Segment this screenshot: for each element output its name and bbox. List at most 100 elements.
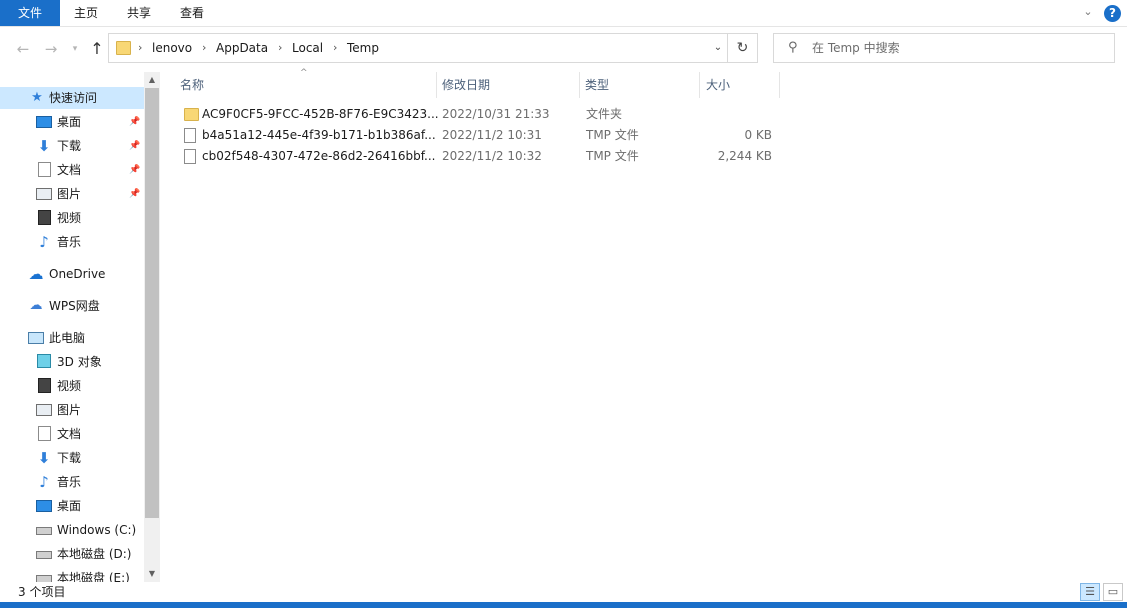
file-size: 2,244 KB [717, 149, 772, 163]
details-view-icon[interactable]: ☰ [1080, 583, 1100, 601]
music-note-icon: ♪ [39, 473, 49, 491]
drive-icon [36, 551, 52, 559]
tab-home[interactable]: 主页 [62, 0, 110, 26]
nav-pc-documents[interactable]: 文档 [0, 423, 144, 445]
picture-icon [36, 404, 52, 416]
folder-icon [116, 41, 131, 55]
breadcrumb-separator[interactable]: › [333, 34, 337, 62]
file-name: AC9F0CF5-9FCC-452B-8F76-E9C3423... [202, 107, 439, 121]
nav-wps-drive[interactable]: ☁ WPS网盘 [0, 295, 144, 317]
nav-label: 桌面 [57, 115, 82, 129]
file-row[interactable]: cb02f548-4307-472e-86d2-26416bbf... 2022… [178, 146, 778, 167]
nav-pc-videos[interactable]: 视频 [0, 375, 144, 397]
nav-quick-music[interactable]: ♪ 音乐 [0, 231, 144, 253]
nav-label: 快速访问 [49, 91, 98, 105]
forward-arrow-icon[interactable]: → [42, 40, 60, 58]
nav-label: 视频 [57, 379, 82, 393]
column-header-size[interactable]: 大小 [706, 74, 730, 96]
file-row[interactable]: AC9F0CF5-9FCC-452B-8F76-E9C3423... 2022/… [178, 104, 778, 125]
search-input[interactable] [812, 34, 1102, 62]
nav-label: 本地磁盘 (D:) [57, 547, 132, 561]
pin-icon[interactable]: 📌 [129, 111, 140, 133]
column-divider[interactable] [699, 72, 700, 98]
up-arrow-icon[interactable]: ↑ [88, 40, 106, 58]
breadcrumb-separator[interactable]: › [278, 34, 282, 62]
column-header-type[interactable]: 类型 [585, 74, 609, 96]
breadcrumb-lenovo[interactable]: lenovo [152, 34, 192, 62]
column-divider[interactable] [779, 72, 780, 98]
scroll-down-icon[interactable]: ▼ [144, 566, 160, 582]
breadcrumb-local[interactable]: Local [292, 34, 323, 62]
item-count: 3 个项目 [18, 585, 66, 599]
nav-quick-videos[interactable]: 视频 [0, 207, 144, 229]
column-divider[interactable] [579, 72, 580, 98]
nav-label: 下载 [57, 139, 82, 153]
nav-drive-d[interactable]: 本地磁盘 (D:) [0, 543, 144, 565]
file-date: 2022/11/2 10:32 [442, 149, 542, 163]
breadcrumb-temp[interactable]: Temp [347, 34, 379, 62]
nav-drive-e[interactable]: 本地磁盘 (E:) [0, 567, 144, 582]
music-note-icon: ♪ [39, 233, 49, 251]
back-arrow-icon[interactable]: ← [14, 40, 32, 58]
large-icons-view-icon[interactable]: ▭ [1103, 583, 1123, 601]
navigation-bar: ← → ▾ ↑ › lenovo › AppData › Local › Tem… [0, 28, 1127, 68]
file-row[interactable]: b4a51a12-445e-4f39-b171-b1b386af... 2022… [178, 125, 778, 146]
status-bar: 3 个项目 ☰ ▭ [0, 582, 1127, 602]
breadcrumb-separator[interactable]: › [138, 34, 142, 62]
column-header-name[interactable]: 名称 [180, 74, 204, 96]
nav-label: 音乐 [57, 475, 82, 489]
file-list: ^ 名称 修改日期 类型 大小 AC9F0CF5-9FCC-452B-8F76-… [160, 68, 1127, 582]
nav-label: 图片 [57, 187, 82, 201]
scrollbar-thumb[interactable] [145, 88, 159, 518]
nav-drive-c[interactable]: Windows (C:) [0, 519, 144, 541]
nav-quick-pictures[interactable]: 图片 📌 [0, 183, 144, 205]
column-divider[interactable] [436, 72, 437, 98]
nav-label: 视频 [57, 211, 82, 225]
file-icon [184, 149, 196, 164]
address-dropdown-icon[interactable]: ⌄ [709, 34, 727, 62]
nav-pc-pictures[interactable]: 图片 [0, 399, 144, 421]
nav-3d-objects[interactable]: 3D 对象 [0, 351, 144, 373]
nav-pc-downloads[interactable]: ⬇ 下载 [0, 447, 144, 469]
nav-onedrive[interactable]: ☁ OneDrive [0, 263, 144, 285]
star-icon: ★ [31, 90, 43, 105]
tab-share[interactable]: 共享 [114, 0, 164, 26]
nav-label: 此电脑 [49, 331, 86, 345]
document-icon [38, 162, 51, 177]
nav-label: 文档 [57, 427, 82, 441]
pin-icon[interactable]: 📌 [129, 159, 140, 181]
refresh-icon[interactable]: ↻ [727, 33, 758, 63]
nav-pc-music[interactable]: ♪ 音乐 [0, 471, 144, 493]
picture-icon [36, 188, 52, 200]
cloud-icon: ☁ [28, 265, 44, 283]
file-date: 2022/11/2 10:31 [442, 128, 542, 142]
nav-label: 文档 [57, 163, 82, 177]
expand-ribbon-icon[interactable]: ⌄ [1081, 5, 1095, 19]
scroll-up-icon[interactable]: ▲ [144, 72, 160, 88]
nav-this-pc[interactable]: 此电脑 [0, 327, 144, 349]
desktop-icon [36, 500, 52, 512]
nav-label: Windows (C:) [57, 523, 137, 537]
help-icon[interactable]: ? [1104, 5, 1121, 22]
navigation-scrollbar[interactable]: ▲ ▼ [144, 72, 160, 582]
breadcrumb-separator[interactable]: › [202, 34, 206, 62]
pin-icon[interactable]: 📌 [129, 135, 140, 157]
recent-locations-chevron-icon[interactable]: ▾ [66, 40, 84, 58]
nav-quick-desktop[interactable]: 桌面 📌 [0, 111, 144, 133]
tab-view[interactable]: 查看 [166, 0, 218, 26]
file-type: 文件夹 [586, 107, 623, 121]
search-box[interactable]: ⚲ [773, 33, 1115, 63]
breadcrumb-appdata[interactable]: AppData [216, 34, 268, 62]
column-header-date[interactable]: 修改日期 [442, 74, 490, 96]
ribbon: 文件 主页 共享 查看 ⌄ ? [0, 0, 1127, 27]
cube-icon [37, 354, 51, 368]
pin-icon[interactable]: 📌 [129, 183, 140, 205]
nav-quick-access[interactable]: ★ 快速访问 [0, 87, 144, 109]
tab-file[interactable]: 文件 [0, 0, 60, 26]
address-bar[interactable]: › lenovo › AppData › Local › Temp ⌄ [108, 33, 758, 63]
nav-quick-documents[interactable]: 文档 📌 [0, 159, 144, 181]
nav-quick-downloads[interactable]: ⬇ 下载 📌 [0, 135, 144, 157]
drive-icon [36, 527, 52, 535]
nav-pc-desktop[interactable]: 桌面 [0, 495, 144, 517]
download-arrow-icon: ⬇ [37, 449, 51, 467]
